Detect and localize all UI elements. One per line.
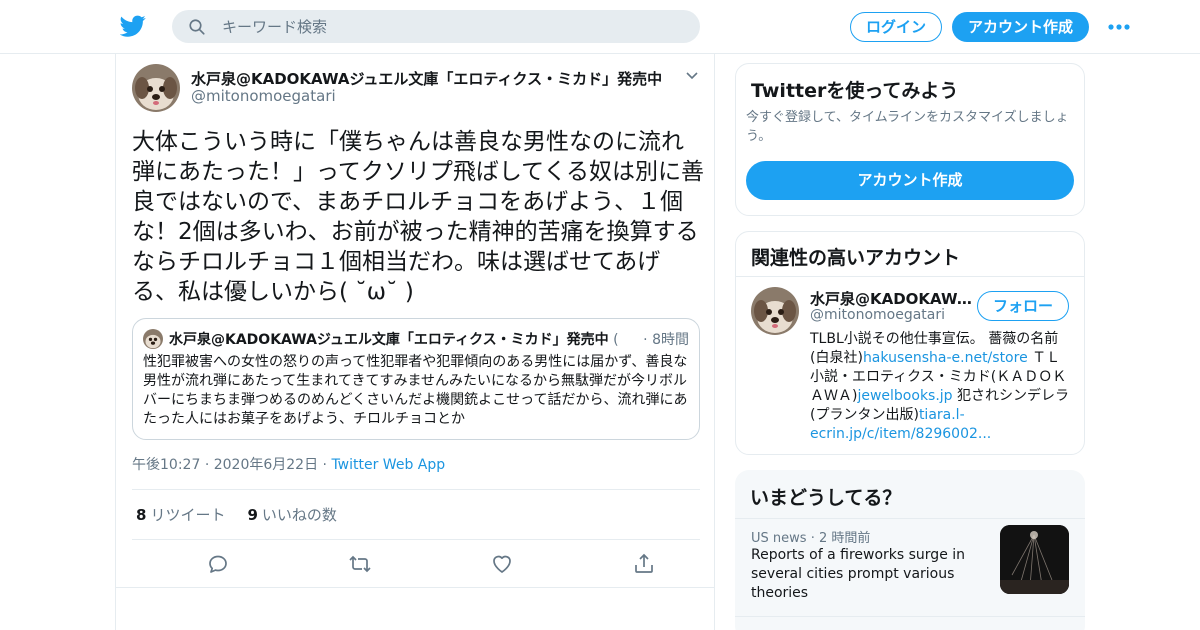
trend-separator: · bbox=[810, 531, 815, 546]
quoted-tweet-time: · 8時間 bbox=[639, 329, 689, 349]
trends-card: いまどうしてる？ US news · 2 時間前 Reports of a fi… bbox=[735, 470, 1085, 630]
like-stat[interactable]: 9 いいねの数 bbox=[247, 506, 336, 524]
trends-title: いまどうしてる？ bbox=[750, 487, 902, 509]
trend-category: US news bbox=[751, 531, 807, 546]
signup-card-title: Twitterを使ってみよう bbox=[751, 80, 959, 102]
tweet-detail: 水戸泉@KADOKAWAジュエル文庫「エロティクス・ミカド」発売中 @miton… bbox=[115, 54, 715, 630]
trend-thumbnail[interactable] bbox=[1000, 525, 1069, 594]
meta-separator: · bbox=[204, 457, 210, 473]
like-heart-icon[interactable] bbox=[490, 552, 514, 576]
twitter-bird-icon[interactable] bbox=[120, 13, 146, 39]
avatar[interactable] bbox=[132, 64, 180, 112]
bio-link[interactable]: hakusensha-e.net/store bbox=[863, 350, 1028, 366]
related-account-handle[interactable]: @mitonomoegatari bbox=[810, 307, 945, 323]
quoted-tweet-header: 水戸泉@KADOKAWAジュエル文庫「エロティクス・ミカド」発売中 ( bbox=[169, 329, 689, 349]
like-count: 9 bbox=[247, 506, 258, 524]
share-icon[interactable] bbox=[632, 552, 656, 576]
fireworks-image bbox=[1000, 525, 1069, 594]
like-label: いいねの数 bbox=[261, 506, 337, 524]
dog-avatar-image bbox=[143, 329, 163, 349]
tweet-source-app[interactable]: Twitter Web App bbox=[331, 457, 445, 473]
quoted-time-separator: · bbox=[643, 332, 648, 348]
avatar bbox=[143, 329, 163, 349]
quoted-author-handle: ( bbox=[613, 332, 619, 348]
meta-separator: · bbox=[322, 457, 327, 473]
divider bbox=[116, 587, 714, 588]
dog-avatar-image bbox=[132, 64, 180, 112]
tweet-stats: 8 リツイート 9 いいねの数 bbox=[136, 504, 337, 525]
quoted-author-name: 水戸泉@KADOKAWAジュエル文庫「エロティクス・ミカド」発売中 bbox=[169, 332, 609, 348]
retweet-count: 8 bbox=[136, 506, 147, 524]
more-options-icon[interactable] bbox=[1106, 18, 1132, 36]
related-accounts-card: 関連性の高いアカウント 水戸泉@KADOKAWAジュエル文庫「エロティクス・ミカ… bbox=[735, 231, 1085, 455]
signup-button[interactable]: アカウント作成 bbox=[952, 12, 1089, 42]
divider bbox=[736, 276, 1084, 277]
divider bbox=[132, 489, 700, 490]
signup-card: Twitterを使ってみよう 今すぐ登録して、タイムラインをカスタマイズしましょ… bbox=[735, 63, 1085, 216]
related-accounts-title: 関連性の高いアカウント bbox=[751, 247, 961, 269]
bio-link[interactable]: jewelbooks.jp bbox=[857, 388, 952, 404]
related-account-name[interactable]: 水戸泉@KADOKAWAジュエル文庫「エロティクス・ミカド」発売中 bbox=[810, 288, 975, 309]
retweet-label: リツイート bbox=[150, 506, 226, 524]
trend-meta: US news · 2 時間前 bbox=[751, 527, 870, 546]
signup-card-button[interactable]: アカウント作成 bbox=[746, 161, 1074, 200]
follow-button[interactable]: フォロー bbox=[977, 291, 1069, 321]
trend-time: 2 時間前 bbox=[818, 531, 871, 546]
tweet-time[interactable]: 午後10:27 bbox=[132, 457, 200, 473]
tweet-date[interactable]: 2020年6月22日 bbox=[214, 457, 318, 473]
search-bar bbox=[172, 10, 700, 43]
search-input[interactable] bbox=[222, 10, 682, 43]
tweet-author-name[interactable]: 水戸泉@KADOKAWAジュエル文庫「エロティクス・ミカド」発売中 bbox=[191, 68, 662, 89]
divider bbox=[735, 518, 1085, 519]
reply-icon[interactable] bbox=[206, 552, 230, 576]
divider bbox=[132, 539, 700, 540]
retweet-stat[interactable]: 8 リツイート bbox=[136, 506, 225, 524]
tweet-timestamp: 午後10:27 · 2020年6月22日 · Twitter Web App bbox=[132, 454, 445, 474]
login-button[interactable]: ログイン bbox=[850, 12, 942, 42]
trend-headline[interactable]: Reports of a fireworks surge in several … bbox=[751, 546, 983, 603]
tweet-author-handle[interactable]: @mitonomoegatari bbox=[191, 87, 336, 105]
dog-avatar-image bbox=[751, 287, 799, 335]
tweet-actions bbox=[132, 552, 700, 576]
chevron-down-icon[interactable] bbox=[685, 71, 699, 81]
quoted-tweet-text: 性犯罪被害への女性の怒りの声って性犯罪者や犯罪傾向のある男性には届かず、善良な男… bbox=[143, 354, 688, 427]
divider bbox=[735, 616, 1085, 617]
signup-card-subtitle: 今すぐ登録して、タイムラインをカスタマイズしましょう。 bbox=[746, 110, 1069, 144]
quoted-tweet[interactable]: 水戸泉@KADOKAWAジュエル文庫「エロティクス・ミカド」発売中 ( · 8時… bbox=[132, 318, 700, 440]
search-icon bbox=[189, 19, 205, 35]
retweet-icon[interactable] bbox=[348, 552, 372, 576]
tweet-text: 大体こういう時に「僕ちゃんは善良な男性なのに流れ弾にあたった！」ってクソリプ飛ば… bbox=[132, 129, 705, 305]
top-navigation-bar: ログイン アカウント作成 bbox=[0, 0, 1200, 54]
avatar[interactable] bbox=[751, 287, 799, 335]
quoted-time-value: 8時間 bbox=[652, 332, 689, 348]
related-account-bio: TLBL小説その他仕事宣伝。 薔薇の名前(白泉社)hakusensha-e.ne… bbox=[810, 330, 1072, 444]
